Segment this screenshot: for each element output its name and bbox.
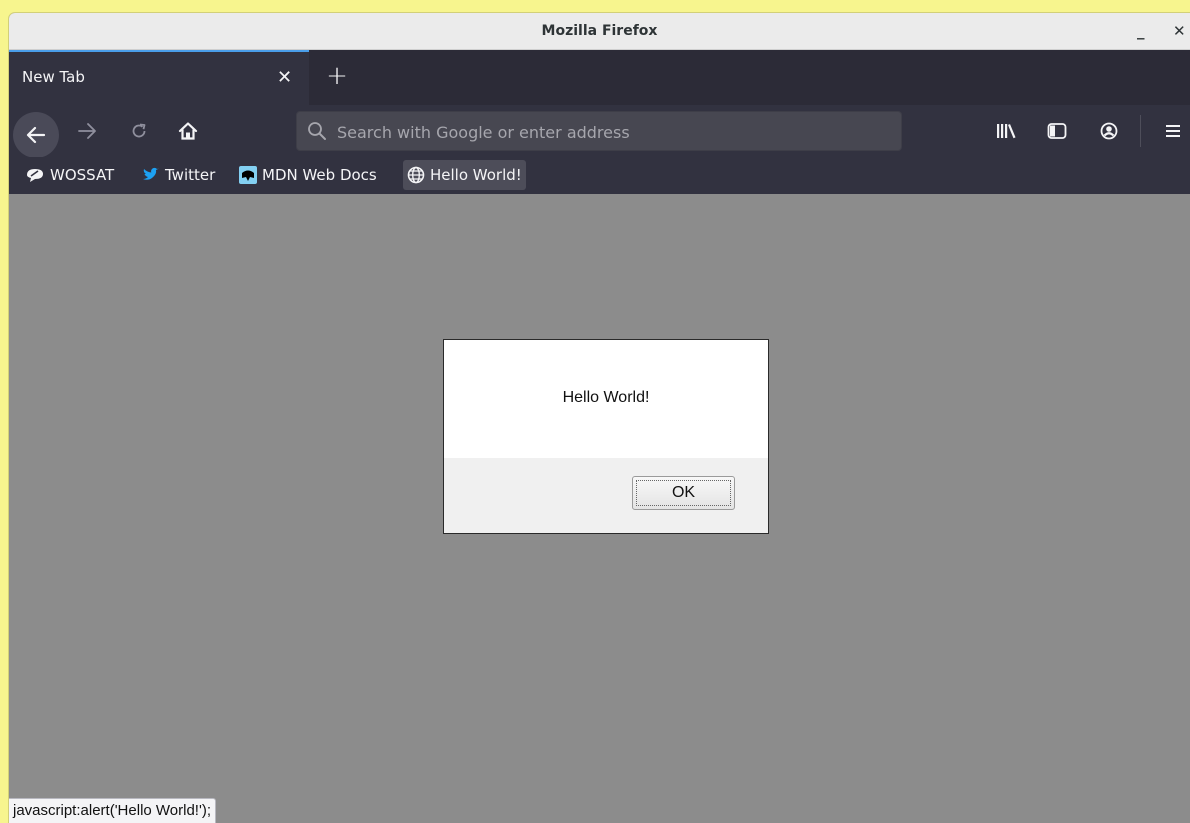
tab-label: New Tab (22, 68, 85, 86)
address-input[interactable] (335, 112, 879, 152)
bookmark-label: Twitter (165, 166, 216, 184)
sidebar-toggle-button[interactable] (1045, 105, 1069, 157)
address-bar[interactable] (296, 111, 902, 152)
tab-strip: New Tab ✕ + (9, 50, 1190, 105)
reload-button[interactable] (126, 105, 152, 157)
search-icon (308, 122, 326, 140)
window-title: Mozilla Firefox (541, 23, 658, 39)
hamburger-menu-icon (1166, 125, 1180, 137)
bookmark-mdn-web-docs[interactable]: MDN Web Docs (235, 160, 381, 190)
home-button[interactable] (175, 105, 201, 157)
minimize-button[interactable]: _ (1137, 13, 1145, 50)
forward-button[interactable] (73, 105, 101, 157)
back-button[interactable] (13, 112, 59, 158)
bookmark-label: Hello World! (430, 166, 522, 184)
alert-message: Hello World! (562, 389, 650, 406)
library-icon (997, 124, 1016, 139)
alert-dialog: Hello World! OK (443, 339, 769, 534)
bookmark-wossat[interactable]: WOSSAT (21, 160, 118, 190)
mdn-dino-icon (239, 165, 257, 184)
window-close-button[interactable]: ✕ (1173, 13, 1186, 50)
bookmark-twitter[interactable]: Twitter (138, 160, 219, 190)
alert-footer: OK (444, 458, 768, 533)
ok-button[interactable]: OK (632, 476, 735, 510)
menu-button[interactable] (1161, 105, 1185, 157)
twitter-bird-icon (143, 167, 159, 180)
tab-new-tab[interactable]: New Tab ✕ (9, 50, 309, 105)
new-tab-button[interactable]: + (322, 50, 352, 103)
sidebar-icon (1047, 123, 1067, 139)
bookmarks-toolbar: WOSSAT Twitter MDN Web Docs Hello World! (9, 157, 1190, 194)
forward-arrow-icon (78, 123, 96, 139)
account-icon (1100, 122, 1118, 140)
back-arrow-icon (26, 126, 46, 144)
globe-icon (407, 166, 425, 183)
speech-bubble-icon (27, 168, 43, 182)
navigation-toolbar (9, 105, 1190, 158)
home-icon (178, 122, 198, 140)
status-bar: javascript:alert('Hello World!'); (9, 798, 217, 823)
toolbar-separator (1140, 115, 1141, 147)
account-button[interactable] (1097, 105, 1121, 157)
bookmark-label: WOSSAT (50, 166, 115, 184)
title-bar: Mozilla Firefox _ ✕ (9, 13, 1190, 50)
tab-close-icon[interactable]: ✕ (277, 52, 292, 103)
library-button[interactable] (994, 105, 1018, 157)
bookmark-hello-world[interactable]: Hello World! (403, 160, 526, 190)
reload-icon (132, 123, 146, 138)
bookmark-label: MDN Web Docs (262, 166, 377, 184)
firefox-window: Mozilla Firefox _ ✕ New Tab ✕ + Search w… (9, 13, 1190, 823)
